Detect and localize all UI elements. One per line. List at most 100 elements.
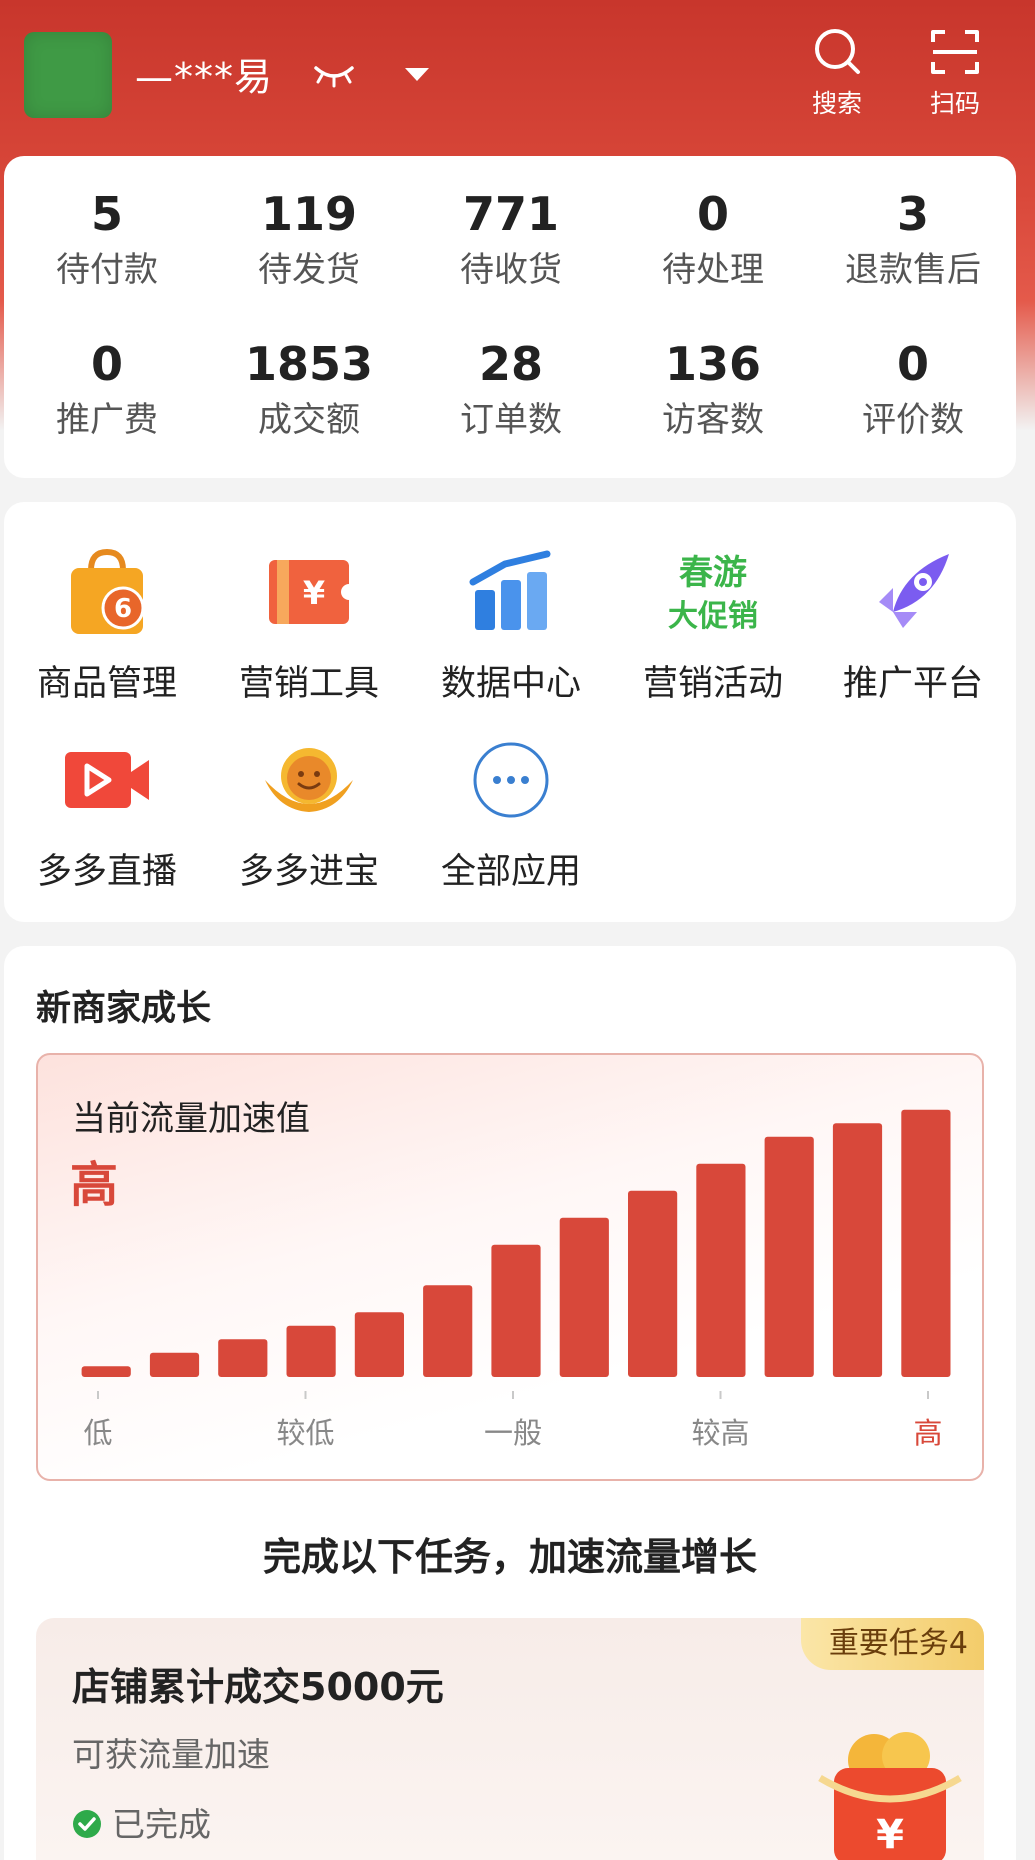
- stat-label: 待处理: [662, 250, 764, 290]
- spring-promo-icon: 春游 大促销: [668, 553, 758, 634]
- shop-avatar[interactable]: [24, 32, 112, 118]
- stat-value: 0: [896, 337, 929, 391]
- growth-title: 新商家成长: [36, 989, 212, 1029]
- stat-label: 访客数: [662, 400, 764, 440]
- svg-text:¥: ¥: [876, 1812, 904, 1858]
- stat-label: 退款售后: [845, 250, 981, 290]
- coupon-icon: ¥: [269, 560, 357, 624]
- task-status: 已完成: [72, 1798, 211, 1846]
- stat-value: 28: [478, 337, 543, 391]
- stat-value: 136: [664, 337, 762, 391]
- app-duoduo-jinbao[interactable]: 多多进宝: [209, 730, 409, 892]
- app-all-apps[interactable]: 全部应用: [411, 730, 611, 892]
- stat-pending-payment[interactable]: 5 待付款: [7, 186, 207, 290]
- chart-tick-label: 高: [913, 1416, 942, 1450]
- stat-pending-shipment[interactable]: 119 待发货: [209, 186, 409, 290]
- stat-order-count[interactable]: 28 订单数: [411, 336, 611, 440]
- stat-value: 1853: [244, 337, 374, 391]
- app-label: 多多直播: [36, 852, 177, 892]
- stat-label: 评价数: [862, 400, 964, 440]
- stat-value: 3: [896, 187, 929, 241]
- scan-label: 扫码: [929, 89, 980, 118]
- chart-bar: [901, 1109, 951, 1377]
- app-label: 推广平台: [842, 664, 983, 704]
- stat-label: 待发货: [258, 250, 360, 290]
- chart-bar: [81, 1366, 131, 1377]
- chart-bar: [218, 1339, 268, 1377]
- stat-refunds[interactable]: 3 退款售后: [813, 186, 1013, 290]
- task-heading: 完成以下任务，加速流量增长: [262, 1535, 757, 1579]
- stat-value: 0: [696, 187, 729, 241]
- top-header: —***易 搜索 扫码: [0, 0, 1035, 150]
- chart-bar: [764, 1136, 814, 1377]
- stat-label: 待收货: [460, 250, 562, 290]
- stat-review-count[interactable]: 0 评价数: [813, 336, 1013, 440]
- chart-bar: [559, 1217, 609, 1377]
- stat-label: 推广费: [56, 400, 158, 440]
- stat-turnover[interactable]: 1853 成交额: [209, 336, 409, 440]
- chart-tick-label: 较高: [691, 1416, 749, 1450]
- chart-tick-label: 一般: [484, 1416, 542, 1450]
- chart-bar: [286, 1325, 336, 1377]
- stat-value: 0: [90, 337, 123, 391]
- app-data-center[interactable]: 数据中心: [411, 542, 611, 704]
- stat-value: 771: [462, 187, 560, 241]
- app-live-stream[interactable]: 多多直播: [7, 730, 207, 892]
- stat-label: 成交额: [258, 400, 360, 440]
- red-packet-icon: ¥: [818, 1732, 962, 1860]
- important-task-badge: 重要任务4: [800, 1618, 984, 1670]
- scan-button[interactable]: 扫码: [910, 26, 1000, 126]
- search-button[interactable]: 搜索: [792, 26, 882, 126]
- task-title: 店铺累计成交5000元: [72, 1665, 444, 1709]
- app-promotion-platform[interactable]: 推广平台: [813, 542, 1013, 704]
- task-card[interactable]: 重要任务4 店铺累计成交5000元 可获流量加速 已完成 ¥: [36, 1618, 984, 1860]
- app-marketing-activity[interactable]: 春游 大促销 营销活动: [613, 542, 813, 704]
- task-subtitle: 可获流量加速: [72, 1735, 270, 1774]
- search-label: 搜索: [811, 89, 862, 118]
- order-stats-card: 5 待付款 119 待发货 771 待收货 0 待处理 3 退款售后 0 推广费…: [4, 156, 1016, 478]
- chart-caption: 当前流量加速值: [72, 1099, 310, 1139]
- app-label: 数据中心: [440, 664, 581, 704]
- stat-value: 119: [260, 187, 358, 241]
- video-play-icon: [65, 752, 149, 808]
- chart-tick-label: 低: [83, 1416, 112, 1450]
- task-status-label: 已完成: [112, 1805, 211, 1844]
- scan-icon: [931, 30, 979, 74]
- coupon-glyph: ¥: [303, 574, 325, 612]
- shop-name[interactable]: —***易: [135, 46, 273, 101]
- chart-bar: [628, 1190, 678, 1377]
- chart-bar: [491, 1244, 541, 1377]
- app-badge: 6: [114, 594, 132, 624]
- stat-promotion-fee[interactable]: 0 推广费: [7, 336, 207, 440]
- app-marketing-tools[interactable]: ¥ 营销工具: [209, 542, 409, 704]
- chart-bar: [354, 1312, 404, 1377]
- gold-ingot-icon: [265, 748, 353, 812]
- chevron-down-icon[interactable]: [402, 64, 432, 84]
- stat-label: 订单数: [460, 400, 562, 440]
- app-label: 全部应用: [440, 852, 581, 892]
- current-level: 高: [70, 1157, 119, 1213]
- shopping-bag-icon: 6: [71, 548, 145, 634]
- eye-closed-icon[interactable]: [312, 62, 356, 88]
- promo-line-2: 大促销: [668, 599, 758, 634]
- check-circle-icon: [73, 1810, 101, 1838]
- app-label: 营销活动: [642, 664, 783, 704]
- bar-chart-icon: [469, 550, 551, 630]
- chart-tick-label: 较低: [276, 1416, 334, 1450]
- app-label: 营销工具: [238, 664, 379, 704]
- stat-value: 5: [90, 187, 123, 241]
- chart-bar: [149, 1352, 200, 1377]
- app-product-management[interactable]: 6 商品管理: [7, 542, 207, 704]
- chart-bar: [423, 1285, 473, 1377]
- stat-pending-receipt[interactable]: 771 待收货: [411, 186, 611, 290]
- stat-pending-handling[interactable]: 0 待处理: [613, 186, 813, 290]
- apps-grid-card: 6 商品管理 ¥ 营销工具 数据中心 春游 大促销 营销活动 推广平台 多多直播…: [4, 502, 1016, 922]
- chart-bar: [696, 1163, 746, 1377]
- more-dots-icon: [473, 742, 549, 818]
- rocket-icon: [879, 554, 949, 628]
- merchant-growth-card: 新商家成长 低 较低 一般 较高 高 当前流量加速值 高 完成以下任务，加速流量增长 重…: [4, 946, 1016, 1860]
- search-icon: [815, 29, 860, 74]
- chart-bar: [832, 1123, 883, 1377]
- app-label: 多多进宝: [238, 852, 379, 892]
- stat-visitor-count[interactable]: 136 访客数: [613, 336, 813, 440]
